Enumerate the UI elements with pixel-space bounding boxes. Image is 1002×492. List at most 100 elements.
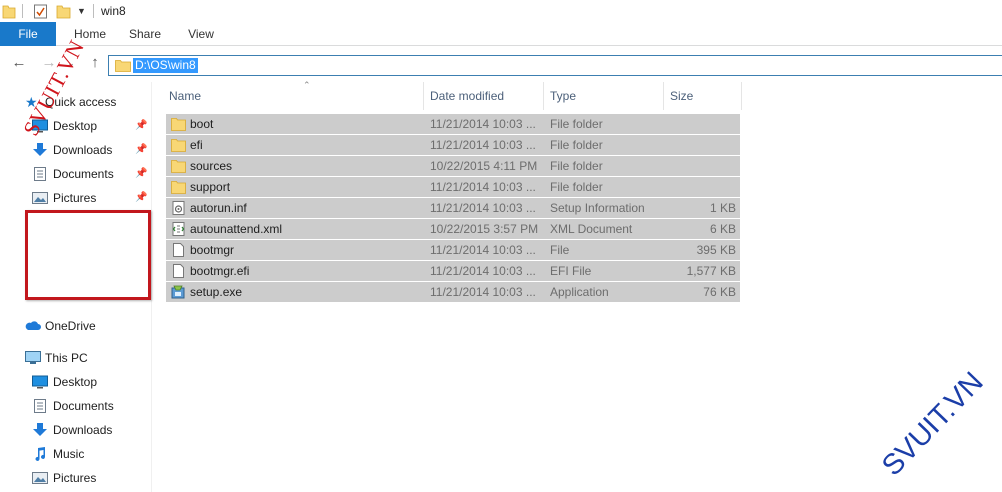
window-title: win8 [101,4,126,18]
file-type: File folder [550,117,603,131]
file-row[interactable]: bootmgr 11/21/2014 10:03 ... File 395 KB [166,240,740,260]
column-divider[interactable] [741,82,742,110]
file-type: File folder [550,180,603,194]
file-type: EFI File [550,264,592,278]
file-icon [173,264,184,278]
file-name: boot [190,117,214,131]
file-date: 11/21/2014 10:03 ... [430,180,536,194]
file-row[interactable]: efi 11/21/2014 10:03 ... File folder [166,135,740,155]
file-type: File folder [550,159,603,173]
file-date: 11/21/2014 10:03 ... [430,117,536,131]
tab-view[interactable]: View [186,22,216,46]
pin-icon[interactable]: 📌 [135,140,147,160]
file-name: sources [190,159,233,173]
desktop-icon [32,375,48,389]
file-list-pane: Name ⌃ Date modified Type Size boot 11/2… [152,80,1002,492]
nav-onedrive[interactable]: OneDrive [25,316,145,336]
documents-icon [34,167,46,181]
file-row[interactable]: sources 10/22/2015 4:11 PM File folder [166,156,740,176]
navigation-pane: ★ Quick access Desktop 📌 Downloads 📌 Doc… [0,82,152,492]
file-row[interactable]: setup.exe 11/21/2014 10:03 ... Applicati… [166,282,740,302]
file-date: 10/22/2015 3:57 PM [430,222,539,236]
xml-document-icon [172,222,185,236]
music-icon [35,447,45,461]
address-path[interactable]: D:\OS\win8 [133,58,198,73]
file-name: autorun.inf [190,201,247,215]
documents-icon [34,399,46,413]
file-row[interactable]: boot 11/21/2014 10:03 ... File folder [166,114,740,134]
pictures-icon [32,192,48,204]
tab-share[interactable]: Share [128,22,162,46]
file-date: 10/22/2015 4:11 PM [430,159,538,173]
setup-info-icon [172,201,185,215]
pin-icon[interactable]: 📌 [135,164,147,184]
file-size: 395 KB [696,243,736,257]
computer-icon [25,351,41,364]
file-name: setup.exe [190,285,243,299]
new-folder-icon[interactable] [56,3,71,19]
separator [22,4,23,18]
nav-pc-music[interactable]: Music [32,444,150,464]
tab-file[interactable]: File [0,22,56,46]
title-bar: ▼ win8 [0,0,1002,22]
navigation-bar: ← → ⌄ ↑ D:\OS\win8 [0,46,1002,82]
nav-pc-desktop[interactable]: Desktop [32,372,150,392]
file-row[interactable]: autounattend.xml 10/22/2015 3:57 PM XML … [166,219,740,239]
file-name: autounattend.xml [190,222,283,236]
file-row[interactable]: autorun.inf 11/21/2014 10:03 ... Setup I… [166,198,740,218]
file-name: bootmgr.efi [190,264,250,278]
nav-pc-documents[interactable]: Documents [32,396,150,416]
column-header-name[interactable]: Name ⌃ [166,80,424,110]
file-size: 76 KB [703,285,736,299]
file-name: bootmgr [190,243,235,257]
file-date: 11/21/2014 10:03 ... [430,243,536,257]
file-size: 6 KB [709,222,736,236]
folder-icon[interactable] [2,3,16,19]
file-date: 11/21/2014 10:03 ... [430,264,536,278]
file-icon [173,243,184,257]
file-type: File folder [550,138,603,152]
file-size: 1 KB [709,201,736,215]
folder-icon [115,60,131,72]
pin-icon[interactable]: 📌 [135,188,147,208]
file-date: 11/21/2014 10:03 ... [430,285,536,299]
file-type: File [550,243,570,257]
separator [93,4,94,18]
file-date: 11/21/2014 10:03 ... [430,201,536,215]
file-name: support [190,180,231,194]
file-type: XML Document [550,222,633,236]
pictures-icon [32,472,48,484]
nav-pc-downloads[interactable]: Downloads [32,420,150,440]
address-bar[interactable]: D:\OS\win8 [108,55,1002,76]
customize-toolbar-icon[interactable]: ▼ [77,3,87,19]
nav-item-documents[interactable]: Documents [32,164,150,184]
properties-icon[interactable] [33,3,48,19]
nav-item-pictures[interactable]: Pictures [32,188,150,208]
file-type: Setup Information [550,201,645,215]
ribbon: File Home Share View [0,22,1002,46]
pin-icon[interactable]: 📌 [135,116,147,136]
file-type: Application [550,285,609,299]
sort-ascending-icon: ⌃ [303,80,311,90]
onedrive-icon [25,321,41,330]
column-header-date[interactable]: Date modified [424,82,544,110]
downloads-icon [33,143,47,156]
annotation-box [25,210,151,300]
up-arrow-icon[interactable]: ↑ [86,54,104,72]
folder-icon [171,118,186,131]
column-header-size[interactable]: Size [664,82,742,110]
folder-icon [171,181,186,194]
folder-icon [171,139,186,152]
file-size: 1,577 KB [686,264,736,278]
downloads-icon [33,423,47,436]
setup-exe-icon [171,285,185,299]
file-date: 11/21/2014 10:03 ... [430,138,536,152]
file-row[interactable]: bootmgr.efi 11/21/2014 10:03 ... EFI Fil… [166,261,740,281]
nav-item-downloads[interactable]: Downloads [32,140,150,160]
nav-pc-pictures[interactable]: Pictures [32,468,150,488]
back-arrow-icon[interactable]: ← [10,54,28,72]
column-header-type[interactable]: Type [544,82,663,110]
file-name: efi [190,138,203,152]
file-row[interactable]: support 11/21/2014 10:03 ... File folder [166,177,740,197]
nav-this-pc[interactable]: This PC [25,348,145,368]
